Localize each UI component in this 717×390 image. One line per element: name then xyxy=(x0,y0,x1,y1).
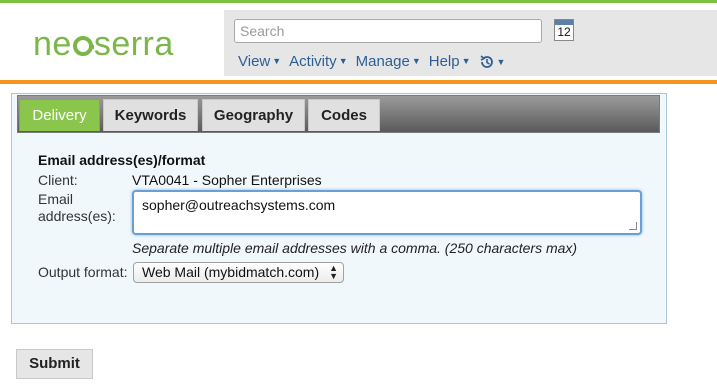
caret-down-icon: ▼ xyxy=(461,56,471,66)
output-format-label: Output format: xyxy=(38,264,128,280)
nav-panel: 12 View▼ Activity▼ Manage▼ Help▼ ▼ xyxy=(224,10,717,76)
calendar-day: 12 xyxy=(557,25,571,39)
tab-codes[interactable]: Codes xyxy=(308,99,380,131)
email-hint: Separate multiple email addresses with a… xyxy=(132,240,578,256)
caret-down-icon: ▼ xyxy=(411,56,421,66)
main-menu: View ▼ Activity ▼ Manage ▼ Help ▼ ▼ xyxy=(238,53,505,70)
menu-history[interactable]: ▼ xyxy=(479,53,506,70)
submit-button[interactable]: Submit xyxy=(16,349,93,379)
email-label-line2: address(es): xyxy=(38,208,116,224)
client-label: Client: xyxy=(38,172,78,188)
search-input[interactable] xyxy=(234,19,542,43)
neoserra-logo[interactable]: ne serra xyxy=(33,25,174,64)
menu-activity-label: Activity xyxy=(289,53,337,70)
email-label: Email address(es): xyxy=(38,191,116,225)
menu-view[interactable]: View ▼ xyxy=(238,53,281,70)
client-value: VTA0041 - Sopher Enterprises xyxy=(132,172,322,188)
tab-geography[interactable]: Geography xyxy=(202,99,305,131)
tab-delivery[interactable]: Delivery xyxy=(19,99,100,131)
app-header: neserra 12 View▼ Activity▼ Manage▼ Help▼… xyxy=(0,3,717,80)
calendar-icon[interactable]: 12 xyxy=(554,19,574,41)
logo-text-serra: serra xyxy=(93,25,174,63)
output-format-value: Web Mail (mybidmatch.com) xyxy=(142,264,320,280)
caret-down-icon: ▼ xyxy=(338,56,348,66)
select-updown-icon: ▲ ▼ xyxy=(329,263,338,281)
resize-handle-icon[interactable] xyxy=(629,222,637,230)
caret-down-icon: ▼ xyxy=(272,56,282,66)
menu-help[interactable]: Help ▼ xyxy=(429,53,471,70)
email-label-line1: Email xyxy=(38,191,74,207)
menu-view-label: View xyxy=(238,53,271,70)
menu-help-label: Help xyxy=(428,53,460,70)
email-addresses-field[interactable]: sopher@outreachsystems.com xyxy=(132,190,642,235)
menu-manage[interactable]: Manage ▼ xyxy=(356,53,421,70)
menu-manage-label: Manage xyxy=(355,53,410,70)
delivery-panel: Delivery Keywords Geography Codes Email … xyxy=(11,93,667,324)
output-format-select[interactable]: Web Mail (mybidmatch.com) ▲ ▼ xyxy=(133,262,344,283)
tab-keywords[interactable]: Keywords xyxy=(103,99,198,131)
email-value: sopher@outreachsystems.com xyxy=(142,197,336,213)
orange-divider xyxy=(0,80,717,84)
caret-down-icon: ▼ xyxy=(496,56,506,67)
history-clock-icon xyxy=(480,54,493,68)
logo-text-ne: ne xyxy=(33,25,72,63)
logo-ring-icon xyxy=(72,36,94,56)
form-title: Email address(es)/format xyxy=(38,152,206,168)
menu-activity[interactable]: Activity ▼ xyxy=(289,53,347,70)
